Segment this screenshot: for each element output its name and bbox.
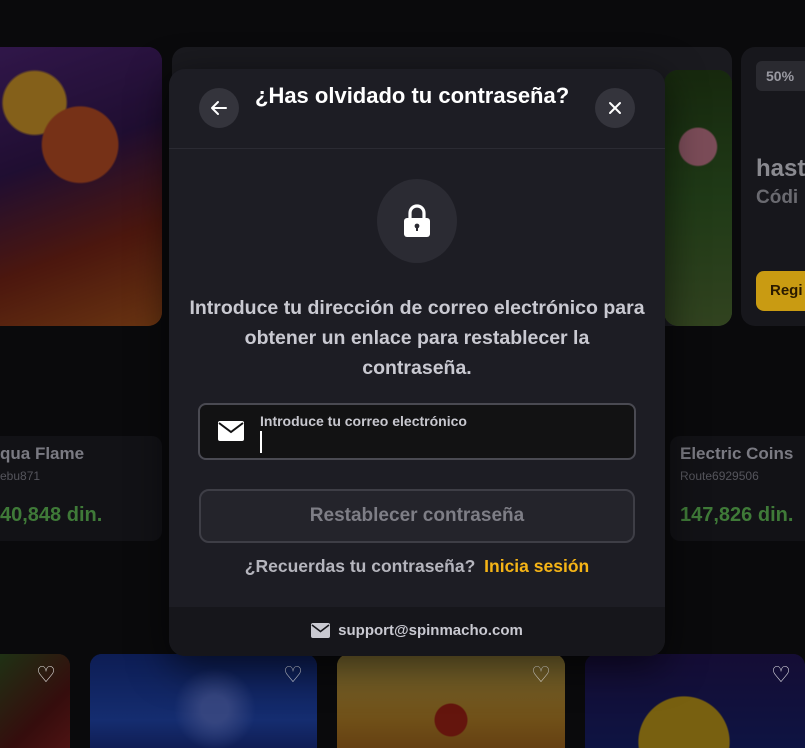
winner-username: Route6929506 bbox=[680, 469, 759, 483]
close-button[interactable] bbox=[595, 88, 635, 128]
promo-card: 50% hast Códi Regi bbox=[741, 47, 805, 326]
email-input[interactable] bbox=[258, 429, 618, 453]
favorite-heart-icon[interactable]: ♡ bbox=[34, 664, 58, 686]
lock-badge bbox=[377, 179, 457, 263]
text-cursor bbox=[260, 431, 262, 453]
game-name: qua Flame bbox=[0, 444, 85, 463]
support-contact[interactable]: support@spinmacho.com bbox=[169, 622, 665, 639]
winner-username: ebu871 bbox=[0, 469, 41, 483]
favorite-heart-icon[interactable]: ♡ bbox=[529, 664, 553, 686]
game-card-art-flowers[interactable] bbox=[664, 70, 732, 326]
lock-icon bbox=[404, 204, 430, 237]
back-button[interactable] bbox=[199, 88, 239, 128]
email-field[interactable]: Introduce tu correo electrónico bbox=[198, 403, 636, 460]
promo-subtitle: Códi bbox=[756, 187, 799, 208]
close-icon bbox=[609, 102, 621, 114]
forgot-password-modal: ¿Has olvidado tu contraseña? Introduce t… bbox=[169, 69, 665, 656]
game-win-card: qua Flame ebu871 40,848 din. bbox=[0, 436, 162, 541]
modal-header: ¿Has olvidado tu contraseña? bbox=[169, 69, 665, 149]
win-amount: 147,826 din. bbox=[680, 504, 794, 526]
game-thumbnail[interactable]: ♡ bbox=[90, 654, 317, 748]
modal-title: ¿Has olvidado tu contraseña? bbox=[255, 83, 570, 108]
game-win-card: Electric Coins Route6929506 147,826 din. bbox=[670, 436, 805, 541]
remember-password-text: ¿Recuerdas tu contraseña? bbox=[244, 556, 476, 576]
login-link[interactable]: Inicia sesión bbox=[484, 556, 589, 576]
reset-password-button[interactable]: Restablecer contraseña bbox=[199, 489, 635, 543]
game-name: Electric Coins bbox=[680, 444, 794, 463]
support-email[interactable]: support@spinmacho.com bbox=[338, 622, 523, 639]
casino-lobby-background: 50% hast Códi Regi qua Flame ebu871 40,8… bbox=[0, 0, 805, 748]
game-card-art-luchador[interactable] bbox=[0, 47, 162, 326]
mail-icon bbox=[218, 421, 244, 441]
win-amount: 40,848 din. bbox=[0, 504, 103, 526]
promo-title: hast bbox=[756, 155, 805, 182]
game-thumbnail[interactable]: ♡ bbox=[585, 654, 805, 748]
promo-badge: 50% bbox=[756, 61, 805, 91]
modal-footer: support@spinmacho.com bbox=[169, 607, 665, 656]
favorite-heart-icon[interactable]: ♡ bbox=[769, 664, 793, 686]
instructions-text: Introduce tu dirección de correo electró… bbox=[189, 297, 645, 379]
favorite-heart-icon[interactable]: ♡ bbox=[281, 664, 305, 686]
arrow-left-icon bbox=[211, 101, 227, 115]
game-thumbnail[interactable]: ♡ bbox=[0, 654, 70, 748]
promo-register-button[interactable]: Regi bbox=[756, 271, 805, 311]
game-thumbnail[interactable]: ♡ bbox=[337, 654, 565, 748]
mail-icon bbox=[311, 623, 331, 638]
remember-password-row: ¿Recuerdas tu contraseña? Inicia sesión bbox=[169, 556, 665, 577]
email-field-label: Introduce tu correo electrónico bbox=[260, 413, 467, 429]
